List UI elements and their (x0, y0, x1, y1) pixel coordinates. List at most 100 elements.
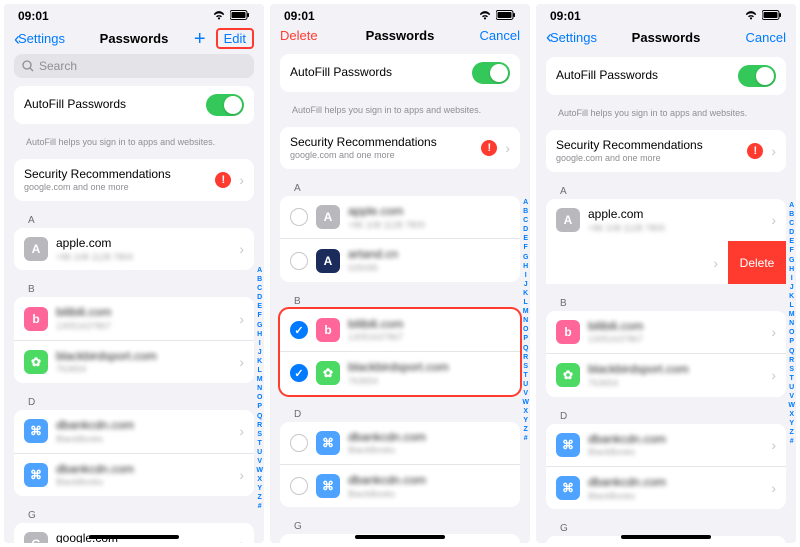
password-row[interactable]: b bilibili.com 13051637867 › (14, 297, 254, 339)
index-letter[interactable]: Z (524, 425, 528, 434)
index-letter[interactable]: N (523, 316, 528, 325)
cancel-button[interactable]: Cancel (746, 30, 786, 45)
index-bar[interactable]: ABCDEFGHIJKLMNOPQRSTUVWXYZ# (788, 201, 795, 533)
select-circle[interactable] (290, 208, 308, 226)
select-circle[interactable] (290, 252, 308, 270)
index-letter[interactable]: W (256, 466, 263, 475)
index-letter[interactable]: H (789, 265, 794, 274)
swipe-delete-button[interactable]: Delete (728, 241, 786, 283)
password-row[interactable]: ⌘ dbankcdn.com BlackBooks › (546, 424, 786, 466)
autofill-toggle[interactable] (738, 65, 776, 87)
home-indicator[interactable] (621, 535, 711, 539)
index-letter[interactable]: D (789, 228, 794, 237)
search-field[interactable]: Search (14, 54, 254, 78)
index-bar[interactable]: ABCDEFGHIJKLMNOPQRSTUVWXYZ# (256, 266, 263, 533)
index-letter[interactable]: # (524, 434, 528, 443)
password-row[interactable]: b bilibili.com 13051637867 › (546, 311, 786, 353)
index-letter[interactable]: E (523, 234, 528, 243)
add-button[interactable]: + (194, 29, 206, 49)
index-letter[interactable]: R (523, 353, 528, 362)
index-letter[interactable]: G (523, 253, 528, 262)
index-letter[interactable]: K (789, 292, 794, 301)
index-letter[interactable]: K (523, 289, 528, 298)
index-letter[interactable]: C (523, 216, 528, 225)
password-row[interactable]: ⌘ dbankcdn.com BlackBooks (280, 422, 520, 464)
index-letter[interactable]: O (789, 328, 794, 337)
index-letter[interactable]: D (523, 225, 528, 234)
security-row[interactable]: Security Recommendations google.com and … (14, 159, 254, 201)
index-letter[interactable]: M (523, 307, 529, 316)
index-letter[interactable]: N (789, 319, 794, 328)
index-letter[interactable]: B (789, 210, 794, 219)
password-row-swiped[interactable]: nd.cn 95 › Delete (546, 241, 786, 283)
password-row[interactable]: ✿ blackbirdsport.com 763654 › (546, 353, 786, 396)
index-letter[interactable]: J (524, 280, 528, 289)
index-letter[interactable]: G (789, 256, 794, 265)
index-letter[interactable]: L (258, 366, 262, 375)
index-letter[interactable]: # (258, 502, 262, 511)
index-letter[interactable]: I (259, 339, 261, 348)
index-letter[interactable]: C (789, 219, 794, 228)
index-letter[interactable]: M (789, 310, 795, 319)
index-letter[interactable]: K (257, 357, 262, 366)
index-letter[interactable]: M (257, 375, 263, 384)
index-letter[interactable]: Z (790, 428, 794, 437)
index-letter[interactable]: N (257, 384, 262, 393)
index-letter[interactable]: V (789, 392, 794, 401)
index-letter[interactable]: O (523, 325, 528, 334)
password-row[interactable]: b bilibili.com 13051637867 (280, 309, 520, 351)
index-letter[interactable]: F (524, 243, 528, 252)
password-row[interactable]: A apple.com +86 108 1128 7800 › (14, 228, 254, 270)
index-letter[interactable]: L (790, 301, 794, 310)
index-letter[interactable]: U (523, 380, 528, 389)
index-letter[interactable]: T (258, 439, 262, 448)
index-letter[interactable]: B (257, 275, 262, 284)
index-letter[interactable]: W (788, 401, 795, 410)
index-letter[interactable]: J (790, 283, 794, 292)
password-row[interactable]: ✿ blackbirdsport.com 763654 › (14, 340, 254, 383)
autofill-row[interactable]: AutoFill Passwords (280, 54, 520, 92)
select-circle[interactable] (290, 434, 308, 452)
index-letter[interactable]: P (523, 334, 528, 343)
password-row[interactable]: A apple.com +86 108 1128 7800 (280, 196, 520, 238)
password-row[interactable]: G google.com blackphilly@gmail.com › (14, 523, 254, 543)
index-letter[interactable]: F (258, 311, 262, 320)
index-letter[interactable]: A (523, 198, 528, 207)
password-row[interactable]: A artand.cn 025095 (280, 238, 520, 281)
index-letter[interactable]: X (789, 410, 794, 419)
password-row[interactable]: ⌘ dbankcdn.com BlackBooks (280, 464, 520, 507)
index-letter[interactable]: Q (257, 412, 262, 421)
index-letter[interactable]: F (790, 246, 794, 255)
index-letter[interactable]: D (257, 293, 262, 302)
index-letter[interactable]: Y (523, 416, 528, 425)
password-row[interactable]: ⌘ dbankcdn.com BlackBooks › (546, 466, 786, 509)
index-letter[interactable]: T (524, 371, 528, 380)
index-letter[interactable]: E (789, 237, 794, 246)
password-row[interactable]: A apple.com +86 108 1128 7800 › (546, 199, 786, 241)
index-letter[interactable]: G (257, 321, 262, 330)
delete-button[interactable]: Delete (280, 28, 318, 43)
autofill-toggle[interactable] (472, 62, 510, 84)
select-circle[interactable] (290, 477, 308, 495)
index-letter[interactable]: L (524, 298, 528, 307)
home-indicator[interactable] (355, 535, 445, 539)
select-circle-checked[interactable] (290, 364, 308, 382)
index-letter[interactable]: V (257, 457, 262, 466)
index-letter[interactable]: V (523, 389, 528, 398)
index-letter[interactable]: S (257, 430, 262, 439)
home-indicator[interactable] (89, 535, 179, 539)
security-row[interactable]: Security Recommendations google.com and … (280, 127, 520, 169)
index-letter[interactable]: A (789, 201, 794, 210)
security-row[interactable]: Security Recommendations google.com and … (546, 130, 786, 172)
index-letter[interactable]: O (257, 393, 262, 402)
select-circle-checked[interactable] (290, 321, 308, 339)
index-letter[interactable]: Q (789, 347, 794, 356)
edit-button[interactable]: Edit (224, 31, 246, 46)
index-letter[interactable]: U (789, 383, 794, 392)
password-row[interactable]: ✿ blackbirdsport.com 763654 (280, 351, 520, 394)
index-letter[interactable]: H (257, 330, 262, 339)
index-letter[interactable]: U (257, 448, 262, 457)
back-button[interactable]: ‹ Settings (546, 28, 597, 46)
password-row[interactable]: ⌘ dbankcdn.com BlackBooks › (14, 453, 254, 496)
password-row[interactable]: ⌘ dbankcdn.com BlackBooks › (14, 410, 254, 452)
